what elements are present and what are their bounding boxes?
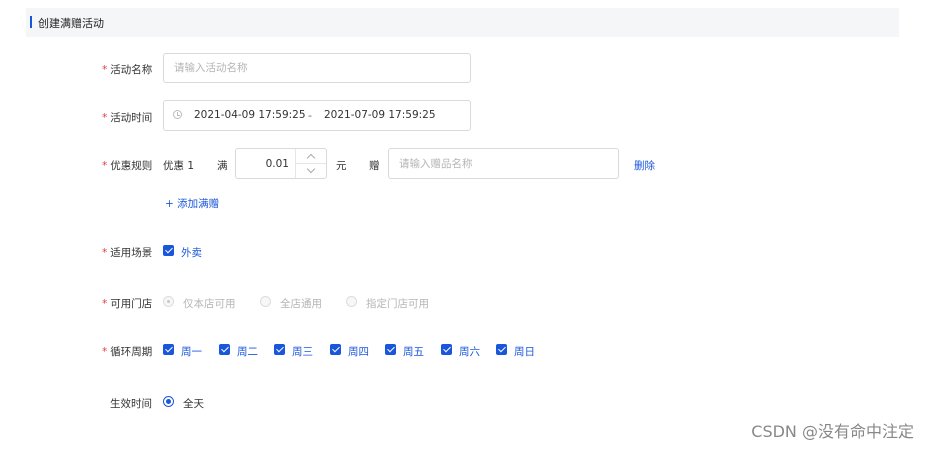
day-label-sat[interactable]: 周六: [459, 344, 480, 359]
day-checkbox-thu[interactable]: [330, 344, 341, 355]
date-range-picker[interactable]: 2021-04-09 17:59:25 - 2021-07-09 17:59:2…: [163, 100, 471, 131]
day-checkbox-sun[interactable]: [496, 344, 507, 355]
day-checkbox-tue[interactable]: [219, 344, 230, 355]
day-label-tue[interactable]: 周二: [237, 344, 258, 359]
gift-name-input[interactable]: [388, 148, 619, 179]
store-option-self[interactable]: 仅本店可用: [183, 296, 236, 311]
date-separator: -: [308, 109, 312, 122]
required-mark: *: [102, 112, 108, 124]
day-label-thu[interactable]: 周四: [348, 344, 369, 359]
unit-label: 元: [336, 160, 347, 172]
cycle-label: * 循环周期: [102, 346, 153, 358]
day-checkbox-fri[interactable]: [385, 344, 396, 355]
end-date[interactable]: 2021-07-09 17:59:25: [324, 109, 436, 121]
store-label: * 可用门店: [102, 298, 153, 310]
clock-icon: [173, 110, 182, 119]
gift-label: 赠: [369, 160, 380, 172]
decrement-button[interactable]: [296, 164, 326, 178]
amount-stepper[interactable]: 0.01: [235, 148, 327, 179]
scene-checkbox[interactable]: [163, 245, 174, 256]
activity-name-input[interactable]: [163, 53, 471, 83]
plus-icon: +: [165, 198, 174, 210]
store-radio-self[interactable]: [163, 296, 174, 307]
day-label-sun[interactable]: 周日: [514, 344, 535, 359]
required-mark: *: [102, 247, 108, 259]
chevron-up-icon: [306, 153, 316, 163]
amount-value[interactable]: 0.01: [244, 158, 289, 170]
stepper-buttons: [295, 149, 326, 178]
add-rule-label: 添加满赠: [177, 198, 220, 210]
day-checkbox-sat[interactable]: [441, 344, 452, 355]
delete-rule-link[interactable]: 删除: [634, 158, 655, 173]
store-radio-specified[interactable]: [346, 296, 357, 307]
store-option-specified[interactable]: 指定门店可用: [366, 296, 429, 311]
day-checkbox-mon[interactable]: [163, 344, 174, 355]
increment-button[interactable]: [296, 149, 326, 164]
page-title: 创建满赠活动: [38, 17, 104, 30]
required-mark: *: [102, 160, 108, 172]
day-label-wed[interactable]: 周三: [292, 344, 313, 359]
watermark: CSDN @没有命中注定: [751, 422, 914, 441]
day-label-fri[interactable]: 周五: [403, 344, 424, 359]
header-accent-bar: [30, 16, 32, 28]
rule-label: * 优惠规则: [102, 160, 153, 172]
full-label: 满: [217, 160, 228, 172]
effective-time-label: 生效时间: [110, 398, 152, 410]
rule-name: 优惠 1: [163, 160, 195, 172]
scene-option-label[interactable]: 外卖: [181, 245, 202, 260]
start-date[interactable]: 2021-04-09 17:59:25: [194, 109, 306, 121]
activity-name-label: * 活动名称: [102, 64, 153, 76]
page-header: 创建满赠活动: [26, 8, 899, 37]
required-mark: *: [102, 346, 108, 358]
day-checkbox-wed[interactable]: [274, 344, 285, 355]
scene-label: * 适用场景: [102, 247, 153, 259]
effective-time-radio[interactable]: [163, 396, 174, 407]
activity-time-label: * 活动时间: [102, 112, 153, 124]
store-option-all[interactable]: 全店通用: [280, 296, 322, 311]
add-rule-button[interactable]: + 添加满赠: [165, 196, 219, 211]
store-radio-all[interactable]: [260, 296, 271, 307]
effective-time-option[interactable]: 全天: [183, 396, 204, 411]
required-mark: *: [102, 298, 108, 310]
required-mark: *: [102, 64, 108, 76]
day-label-mon[interactable]: 周一: [181, 344, 202, 359]
chevron-down-icon: [306, 164, 316, 174]
